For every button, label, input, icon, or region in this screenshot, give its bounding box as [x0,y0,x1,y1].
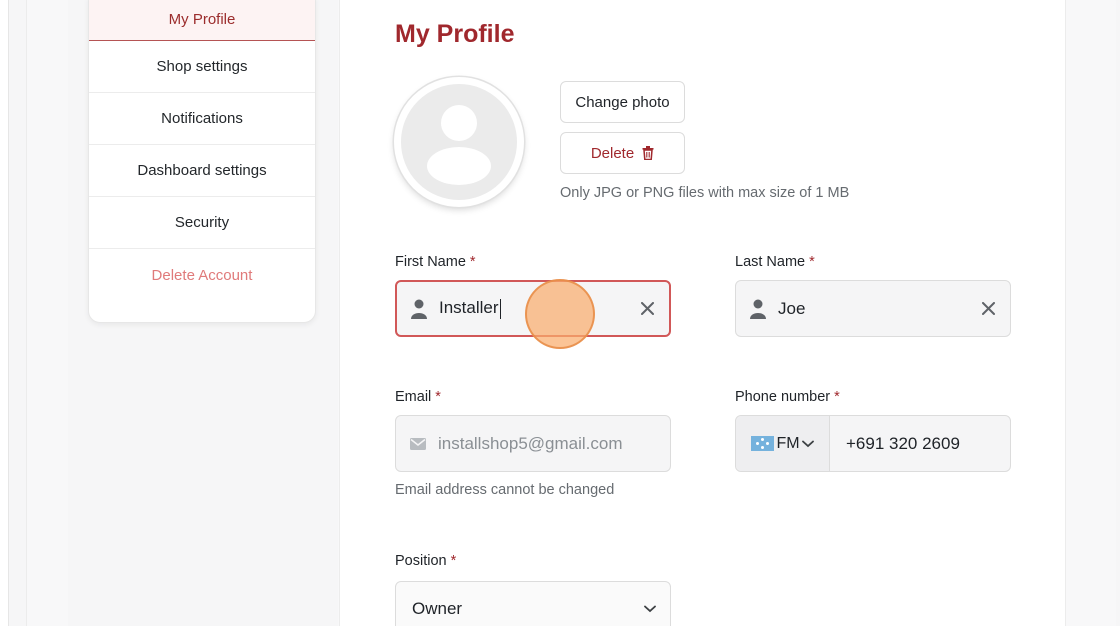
phone-label-text: Phone number [735,389,831,405]
last-name-label: Last Name * [735,254,815,270]
sidebar-item-label: Dashboard settings [137,162,267,179]
avatar [394,77,524,207]
phone-input[interactable]: +691 320 2609 [830,434,1010,454]
position-label-text: Position [395,553,447,569]
sidebar-item-label: Security [174,214,230,231]
required-marker: * [809,254,815,270]
sidebar-item-my-profile[interactable]: My Profile [89,0,315,41]
email-field: installshop5@gmail.com [395,415,671,472]
country-code-value: FM [776,434,800,452]
first-name-label: First Name * [395,254,476,270]
last-name-field[interactable]: Joe [735,280,1011,337]
position-select[interactable]: Owner [395,581,671,626]
close-icon [640,302,654,315]
phone-field: FM +691 320 2609 [735,415,1011,472]
required-marker: * [469,254,476,270]
clear-first-name-button[interactable] [625,302,669,315]
chevron-down-icon [801,440,814,447]
sidebar-item-dashboard-settings[interactable]: Dashboard settings [89,145,315,197]
sidebar-item-notifications[interactable]: Notifications [89,93,315,145]
photo-hint: Only JPG or PNG files with max size of 1… [560,185,850,201]
sidebar-item-label: Notifications [161,110,243,127]
email-label-text: Email [395,389,432,405]
clear-last-name-button[interactable] [966,302,1010,315]
change-photo-button[interactable]: Change photo [560,81,685,123]
delete-photo-button[interactable]: Delete [560,132,685,174]
sidebar-item-shop-settings[interactable]: Shop settings [89,41,315,93]
email-value: installshop5@gmail.com [438,433,623,453]
person-icon [399,299,439,319]
sidebar-item-label: My Profile [168,11,236,28]
person-icon [738,299,778,319]
close-icon [981,302,995,315]
email-hint: Email address cannot be changed [395,482,615,498]
last-name-label-text: Last Name [735,254,806,270]
email-label: Email * [395,389,441,405]
page-title: My Profile [395,20,515,48]
settings-sidebar: My Profile Shop settings Notifications D… [88,0,316,323]
micronesia-flag-icon [751,436,775,451]
phone-label: Phone number * [735,389,840,405]
sidebar-item-label: Delete Account [151,266,253,284]
required-marker: * [435,389,441,405]
window-divider [8,0,9,626]
position-label: Position * [395,553,456,569]
sidebar-item-label: Shop settings [156,58,248,75]
change-photo-label: Change photo [575,93,670,111]
trash-icon [642,146,654,160]
first-name-label-text: First Name [395,254,466,270]
delete-photo-label: Delete [590,144,635,162]
last-name-input[interactable]: Joe [778,299,966,319]
position-value: Owner [412,599,463,618]
person-placeholder-icon [427,105,491,185]
sidebar-item-delete-account[interactable]: Delete Account [89,249,315,301]
country-code-select[interactable]: FM [736,416,830,471]
window-edge [0,0,8,626]
text-cursor [499,298,501,319]
required-marker: * [834,389,840,405]
required-marker: * [450,553,457,569]
click-indicator [525,279,595,349]
mail-icon [398,437,438,450]
sidebar-item-security[interactable]: Security [89,197,315,249]
chevron-down-icon [630,605,670,613]
first-name-value: Installer [439,298,499,318]
